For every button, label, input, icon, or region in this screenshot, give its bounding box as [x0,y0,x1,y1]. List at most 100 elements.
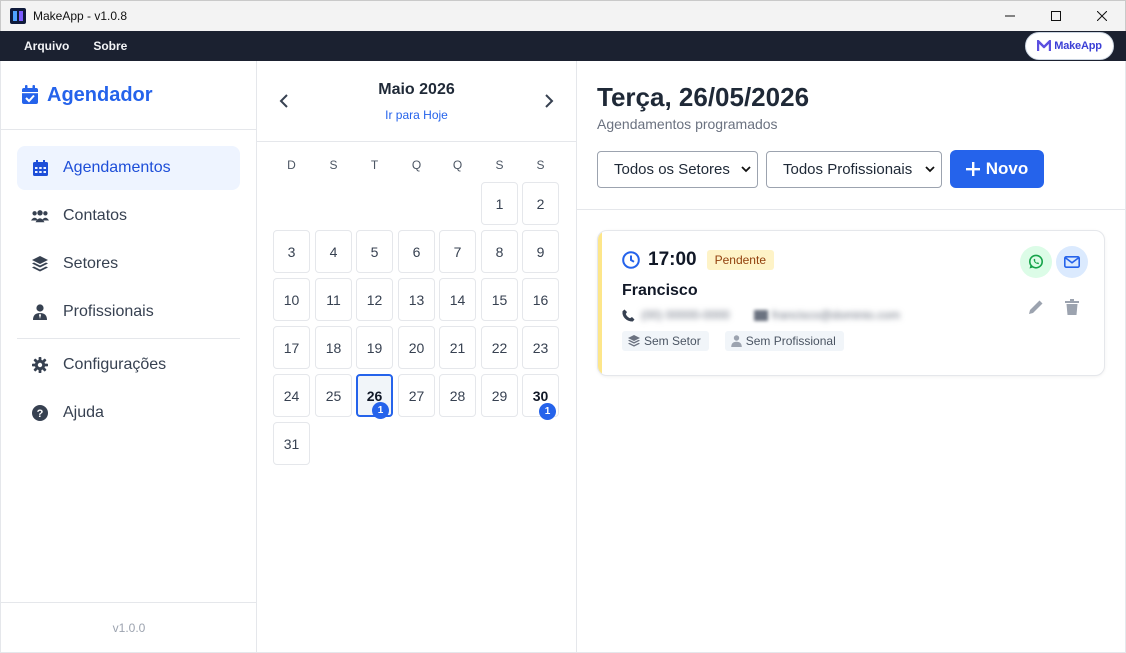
next-month-button[interactable] [539,89,559,113]
calendar-day[interactable]: 14 [439,278,476,321]
sidebar-item-ajuda[interactable]: ? Ajuda [17,391,240,435]
day-number: 10 [283,291,300,308]
delete-button[interactable] [1060,295,1084,319]
menubar: Arquivo Sobre MakeApp [0,31,1126,61]
sidebar-item-label: Profissionais [63,303,154,320]
sidebar-item-profissionais[interactable]: Profissionais [17,290,240,334]
day-number: 6 [412,243,421,260]
phone-icon [622,309,635,321]
day-number: 13 [408,291,425,308]
sector-filter-value: Todos os Setores [614,161,730,178]
trash-icon [1065,299,1079,315]
minimize-icon [1005,15,1015,17]
calendar-day[interactable]: 24 [273,374,310,417]
calendar-day-selected[interactable]: 26 1 [356,374,393,419]
professional-tag: Sem Profissional [724,331,844,351]
users-icon [31,207,49,225]
sidebar-item-configuracoes[interactable]: Configurações [17,343,240,387]
calendar-day[interactable]: 10 [273,278,310,321]
mail-icon [753,309,768,321]
edit-button[interactable] [1024,295,1048,319]
weekday-label: T [370,158,379,172]
calendar-day[interactable]: 27 [398,374,435,417]
calendar-day[interactable]: 12 [356,278,393,321]
sector-tag: Sem Setor [622,331,709,351]
window-titlebar: MakeApp - v1.0.8 [0,0,1126,31]
minimize-button[interactable] [987,1,1033,32]
weekday-label: D [287,158,296,172]
calendar-day[interactable]: 29 [481,374,518,417]
calendar-day[interactable]: 13 [398,278,435,321]
menu-sobre[interactable]: Sobre [93,39,127,53]
chevron-down-icon [741,166,751,173]
new-appointment-button[interactable]: Novo [950,150,1044,188]
close-button[interactable] [1079,1,1125,32]
day-number: 25 [325,387,342,404]
user-tie-icon [31,303,49,321]
professional-filter-value: Todos Profissionais [783,161,913,178]
calendar-day[interactable]: 22 [481,326,518,369]
day-number: 30 [532,387,549,404]
whatsapp-icon [1029,254,1043,269]
calendar-day[interactable]: 5 [356,230,393,273]
plus-icon [965,162,980,176]
calendar-day[interactable]: 23 [522,326,559,369]
professional-filter-select[interactable]: Todos Profissionais [766,151,942,188]
calendar-day[interactable]: 18 [315,326,352,369]
calendar-day[interactable]: 11 [315,278,352,321]
day-number: 17 [283,339,300,356]
day-number: 11 [326,291,341,308]
sidebar-item-contatos[interactable]: Contatos [17,194,240,238]
weekday-label: S [329,158,338,172]
day-number: 3 [287,243,296,260]
day-number: 9 [536,243,545,260]
sector-filter-select[interactable]: Todos os Setores [597,151,758,188]
weekday-label: S [495,158,504,172]
day-number: 20 [408,339,425,356]
calendar-day[interactable]: 17 [273,326,310,369]
calendar-day[interactable]: 16 [522,278,559,321]
calendar-day[interactable]: 1 [481,182,518,225]
calendar-day[interactable]: 31 [273,422,310,465]
day-number: 19 [366,339,383,356]
brand-m-icon [1037,40,1052,51]
sidebar-divider [17,338,240,339]
calendar-day[interactable]: 3 [273,230,310,273]
page-title: Terça, 26/05/2026 [597,82,810,112]
calendar-day[interactable]: 25 [315,374,352,417]
maximize-button[interactable] [1033,1,1079,32]
appointment-card[interactable]: 17:00 Pendente Francisco (00) 00000-0000… [597,230,1105,376]
calendar-day[interactable]: 6 [398,230,435,273]
sidebar-item-agendamentos[interactable]: Agendamentos [17,146,240,190]
whatsapp-button[interactable] [1020,246,1052,278]
main-panel: Terça, 26/05/2026 Agendamentos programad… [577,61,1126,653]
day-number: 18 [325,339,342,356]
professional-tag-label: Sem Profissional [745,334,836,348]
day-number: 4 [329,243,338,260]
day-number: 5 [370,243,379,260]
main-header: Terça, 26/05/2026 Agendamentos programad… [577,61,1125,210]
calendar-day[interactable]: 9 [522,230,559,273]
calendar-day[interactable]: 21 [439,326,476,369]
calendar-day[interactable]: 7 [439,230,476,273]
email-button[interactable] [1056,246,1088,278]
sidebar-item-label: Ajuda [63,404,104,421]
appointment-time: 17:00 [648,249,697,270]
weekday-header: DSTQQSS [273,158,561,174]
calendar-day[interactable]: 20 [398,326,435,369]
day-number: 21 [449,339,466,356]
calendar-day[interactable]: 15 [481,278,518,321]
calendar-day[interactable]: 28 [439,374,476,417]
calendar-day[interactable]: 19 [356,326,393,369]
calendar-day[interactable]: 30 1 [522,374,559,420]
contact-name: Francisco [622,282,698,299]
sidebar-item-setores[interactable]: Setores [17,242,240,286]
calendar-day[interactable]: 2 [522,182,559,225]
app-version: v1.0.0 [1,602,257,652]
menu-arquivo[interactable]: Arquivo [24,39,69,53]
status-strip [598,231,602,375]
calendar-day[interactable]: 4 [315,230,352,273]
calendar-day[interactable]: 8 [481,230,518,273]
go-to-today-link[interactable]: Ir para Hoje [257,108,576,122]
app-logo-icon [10,8,26,24]
